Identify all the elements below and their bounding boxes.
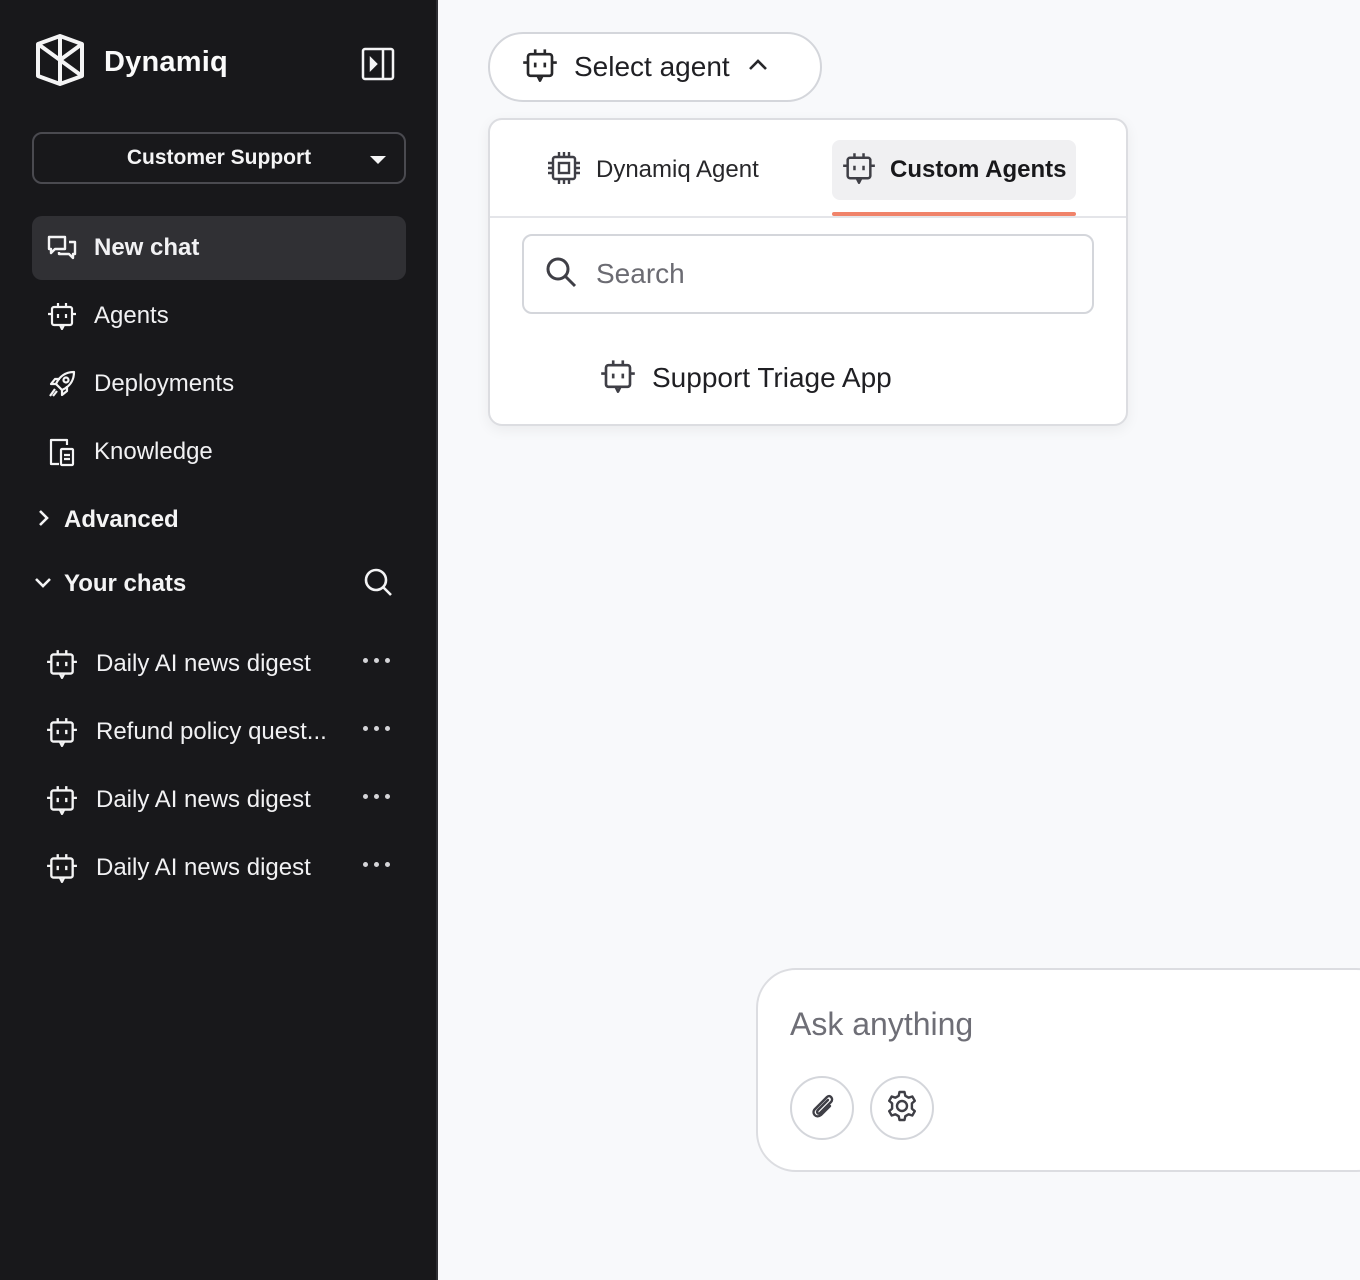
chevron-up-icon [746, 53, 770, 82]
tab-custom-agents[interactable]: Custom Agents [832, 140, 1077, 200]
chevron-right-icon [32, 507, 54, 534]
bot-icon [522, 48, 558, 87]
sidebar-item-label: Knowledge [94, 438, 213, 465]
search-icon [363, 567, 393, 602]
chat-more-options-button[interactable] [361, 788, 392, 805]
sidebar-item-agents[interactable]: Agents [32, 284, 406, 348]
sidebar-item-label: Deployments [94, 370, 235, 397]
knowledge-icon [46, 436, 78, 468]
rocket-icon [46, 368, 78, 400]
select-agent-label: Select agent [574, 51, 730, 82]
bot-icon [600, 359, 636, 398]
sidebar-item-new-chat[interactable]: New chat [32, 216, 406, 280]
sidebar-item-deployments[interactable]: Deployments [32, 352, 406, 416]
chat-list-item[interactable]: Daily AI news digest [32, 634, 406, 694]
brand[interactable]: Dynamiq [34, 32, 228, 93]
sidebar-toggle-icon [361, 47, 395, 86]
agent-dropdown: Dynamiq Agent Custom Agents Support Tria… [488, 118, 1128, 426]
search-chats-button[interactable] [360, 566, 396, 602]
agent-tabs: Dynamiq Agent Custom Agents [490, 120, 1126, 218]
agent-option-label: Support Triage App [652, 362, 892, 393]
bot-icon [46, 852, 78, 884]
workspace-label: Customer Support [126, 146, 312, 169]
chat-list-item[interactable]: Refund policy quest... [32, 702, 406, 762]
paperclip-icon [806, 1090, 838, 1127]
chat-more-options-button[interactable] [361, 652, 392, 669]
chat-title: Refund policy quest... [96, 718, 327, 745]
search-icon [544, 255, 578, 294]
caret-down-icon [370, 156, 386, 164]
chat-more-options-button[interactable] [361, 720, 392, 737]
collapse-sidebar-button[interactable] [358, 46, 398, 86]
tab-label: Custom Agents [890, 156, 1067, 183]
gear-icon [885, 1089, 919, 1128]
dynamiq-logo-icon [34, 32, 86, 93]
chat-title: Daily AI news digest [96, 854, 311, 881]
bot-icon [46, 648, 78, 680]
sidebar-item-label: New chat [94, 234, 200, 261]
workspace-select[interactable]: Customer Support [32, 132, 406, 184]
chat-title: Daily AI news digest [96, 650, 311, 677]
chat-list-item[interactable]: Daily AI news digest [32, 770, 406, 830]
agent-option-item[interactable]: Support Triage App [600, 352, 892, 404]
agent-search-input[interactable] [596, 258, 1076, 290]
tab-label: Dynamiq Agent [596, 156, 759, 183]
advanced-section-toggle[interactable]: Advanced [32, 496, 406, 544]
bot-icon [46, 300, 78, 332]
chat-more-options-button[interactable] [361, 856, 392, 873]
tab-dynamiq-agent[interactable]: Dynamiq Agent [536, 140, 769, 200]
app-name: Dynamiq [104, 46, 228, 78]
chat-composer [756, 968, 1360, 1172]
agent-search-box [522, 234, 1094, 314]
chat-bubbles-icon [46, 232, 78, 264]
chevron-down-icon [32, 571, 54, 598]
advanced-section-label: Advanced [64, 506, 179, 533]
active-tab-indicator [832, 212, 1076, 216]
bot-icon [46, 716, 78, 748]
sidebar-item-label: Agents [94, 302, 169, 329]
select-agent-button[interactable]: Select agent [488, 32, 822, 102]
chat-list-item[interactable]: Daily AI news digest [32, 838, 406, 898]
your-chats-section-label: Your chats [64, 570, 187, 597]
chat-title: Daily AI news digest [96, 786, 311, 813]
attach-file-button[interactable] [790, 1076, 854, 1140]
message-input[interactable] [790, 1006, 1350, 1043]
sidebar: Dynamiq Customer Support New chat Agents… [0, 0, 438, 1280]
bot-icon [842, 152, 876, 189]
settings-button[interactable] [870, 1076, 934, 1140]
your-chats-section-toggle[interactable]: Your chats [32, 560, 406, 608]
bot-icon [46, 784, 78, 816]
chip-icon [546, 150, 582, 191]
sidebar-item-knowledge[interactable]: Knowledge [32, 420, 406, 484]
